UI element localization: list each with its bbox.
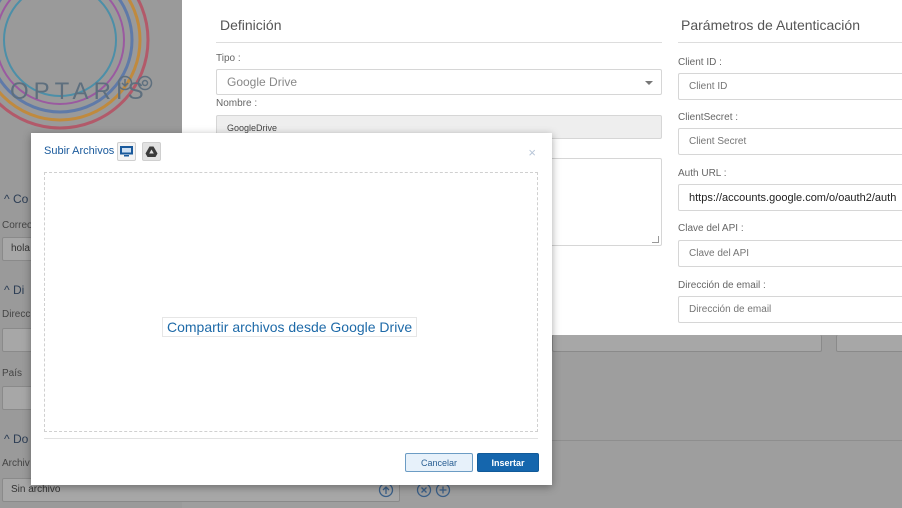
- bg-field-strip-2: [836, 335, 902, 352]
- direccion-label: Direcc: [2, 309, 31, 320]
- logo-rings-icon: [0, 0, 150, 130]
- resize-handle-icon[interactable]: [652, 236, 659, 243]
- close-icon[interactable]: ×: [528, 145, 536, 160]
- pais-label: País: [2, 368, 23, 379]
- auth-title: Parámetros de Autenticación: [681, 17, 860, 33]
- bg-field-strip: [552, 335, 822, 352]
- client-id-input[interactable]: [678, 73, 902, 100]
- cancel-button[interactable]: Cancelar: [405, 453, 473, 472]
- chevron-down-icon: [645, 81, 653, 85]
- google-drive-icon: [145, 146, 158, 157]
- client-secret-input[interactable]: [678, 128, 902, 155]
- at-icon: [137, 75, 153, 91]
- definicion-title: Definición: [220, 17, 282, 33]
- correo-label: Correo: [2, 220, 33, 231]
- tipo-value: Google Drive: [227, 75, 298, 89]
- local-upload-button[interactable]: [117, 142, 136, 161]
- client-id-label: Client ID :: [678, 57, 722, 68]
- tipo-label: Tipo :: [216, 53, 241, 64]
- api-key-label: Clave del API :: [678, 223, 744, 234]
- auth-url-label: Auth URL :: [678, 168, 727, 179]
- modal-title: Subir Archivos: [44, 145, 115, 157]
- archivo-label: Archiv: [2, 458, 30, 469]
- section-documents-header[interactable]: ^ Do: [4, 432, 28, 446]
- monitor-icon: [120, 146, 133, 157]
- section-contact-header[interactable]: ^ Co: [4, 192, 28, 206]
- google-drive-button[interactable]: [142, 142, 161, 161]
- api-key-input[interactable]: [678, 240, 902, 267]
- nombre-label: Nombre :: [216, 98, 258, 109]
- auth-divider: [678, 42, 902, 43]
- client-secret-label: ClientSecret :: [678, 112, 739, 123]
- email-label: Dirección de email :: [678, 280, 766, 291]
- definicion-divider: [216, 42, 662, 43]
- upload-dropzone[interactable]: Compartir archivos desde Google Drive: [44, 172, 538, 432]
- upload-modal: Subir Archivos × Compartir archivos desd…: [31, 133, 552, 485]
- email-input[interactable]: [678, 296, 902, 323]
- tipo-select[interactable]: Google Drive: [216, 69, 662, 95]
- auth-url-input[interactable]: https://accounts.google.com/o/oauth2/aut…: [678, 184, 902, 211]
- insert-button[interactable]: Insertar: [477, 453, 539, 472]
- download-icon: [117, 75, 133, 91]
- section-address-header[interactable]: ^ Di: [4, 283, 24, 297]
- share-from-drive-link[interactable]: Compartir archivos desde Google Drive: [162, 317, 418, 337]
- modal-divider: [44, 438, 538, 439]
